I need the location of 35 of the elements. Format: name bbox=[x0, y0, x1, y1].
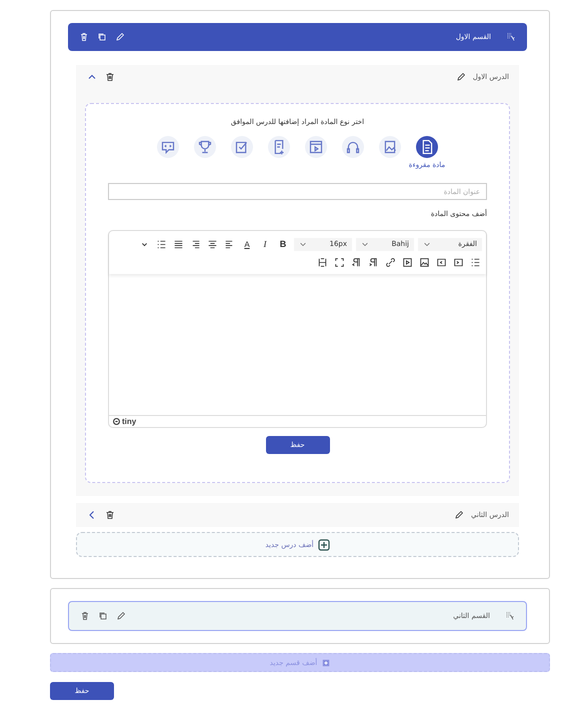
caret-icon bbox=[299, 240, 307, 248]
plus-icon bbox=[322, 658, 330, 666]
drag-handle-icon[interactable] bbox=[504, 610, 516, 622]
copy-icon[interactable] bbox=[96, 31, 108, 43]
pencil-icon[interactable] bbox=[452, 509, 465, 521]
chat-icon[interactable] bbox=[157, 136, 179, 158]
brand-logo: tiny bbox=[113, 417, 136, 426]
pencil-icon[interactable] bbox=[114, 31, 126, 43]
trash-icon[interactable] bbox=[104, 509, 116, 521]
file-add-icon[interactable] bbox=[268, 136, 290, 158]
document-icon[interactable] bbox=[416, 136, 438, 158]
trash-icon[interactable] bbox=[104, 71, 116, 83]
format-button[interactable]: I bbox=[258, 239, 272, 249]
page-break-icon[interactable] bbox=[316, 256, 329, 268]
trophy-icon[interactable] bbox=[194, 136, 216, 158]
fullscreen-icon[interactable] bbox=[333, 256, 346, 268]
task-icon[interactable] bbox=[231, 136, 253, 158]
paragraph-icon[interactable] bbox=[350, 256, 363, 268]
trash-icon[interactable] bbox=[78, 31, 90, 43]
media-icon[interactable] bbox=[401, 256, 414, 268]
caret-icon bbox=[361, 240, 369, 248]
pencil-icon[interactable] bbox=[454, 71, 467, 83]
video-icon[interactable] bbox=[305, 136, 327, 158]
drag-handle-icon[interactable] bbox=[505, 31, 517, 43]
pencil-icon[interactable] bbox=[115, 610, 127, 622]
format-button[interactable]: A bbox=[240, 240, 254, 248]
format-button[interactable]: B bbox=[276, 239, 290, 249]
trash-icon[interactable] bbox=[79, 610, 91, 622]
link-icon[interactable] bbox=[384, 256, 397, 268]
paragraph-icon[interactable] bbox=[367, 256, 380, 268]
audio-icon[interactable] bbox=[342, 136, 364, 158]
image-icon[interactable] bbox=[418, 256, 431, 268]
copy-icon[interactable] bbox=[97, 610, 109, 622]
plus-icon bbox=[318, 538, 330, 550]
caret-icon bbox=[423, 240, 431, 248]
